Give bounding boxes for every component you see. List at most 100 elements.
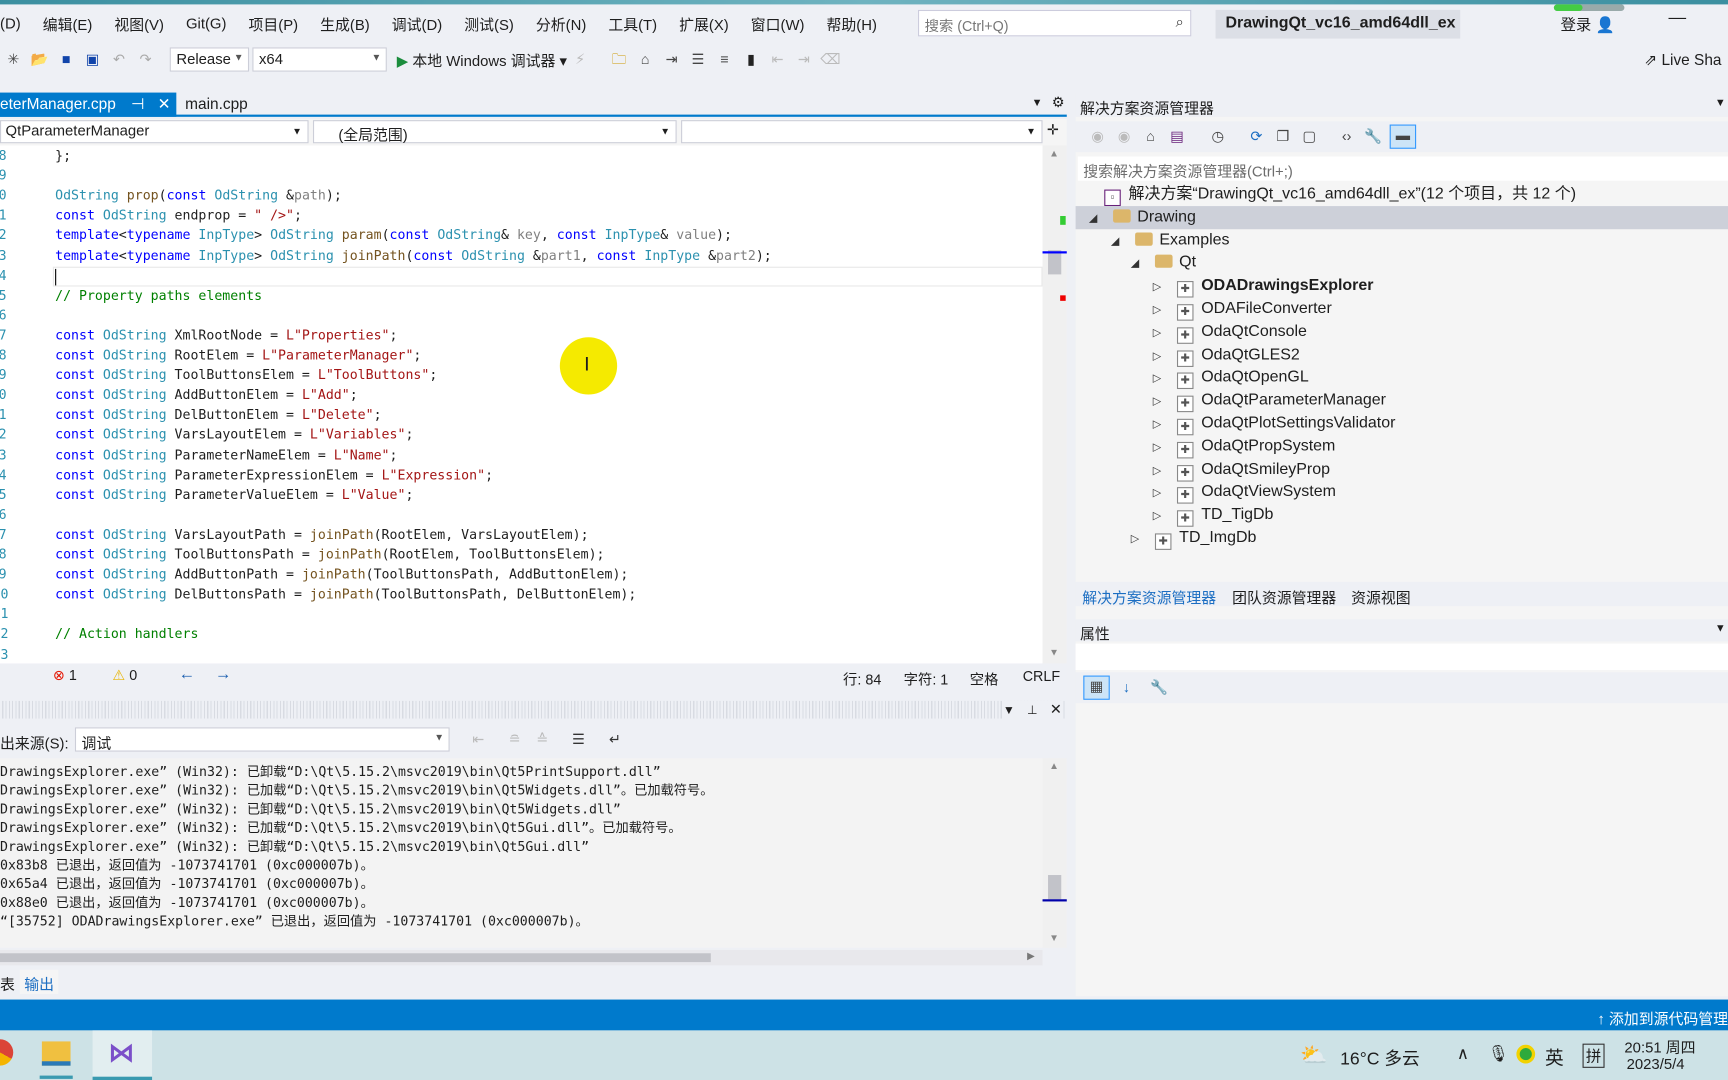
output-vertical-scrollbar[interactable]: ▲ ▼: [1042, 758, 1067, 948]
new-project-icon[interactable]: ✳: [3, 50, 23, 70]
clear-all-icon[interactable]: ☰: [569, 730, 589, 750]
word-wrap-icon[interactable]: ↵: [605, 730, 625, 750]
member-dropdown[interactable]: ▼: [681, 120, 1043, 144]
minimize-button[interactable]: —: [1668, 9, 1686, 29]
menu-item[interactable]: 调试(D): [392, 12, 442, 34]
tab-main-cpp[interactable]: main.cpp: [185, 95, 248, 113]
dropdown-icon[interactable]: ▼: [1003, 704, 1015, 717]
tree-item-project[interactable]: ▷ ✚ OdaQtSmileyProp: [1153, 458, 1330, 482]
tab-resource-view[interactable]: 资源视图: [1351, 585, 1411, 607]
next-message-icon[interactable]: ≙: [532, 730, 552, 750]
open-icon[interactable]: 📂: [30, 50, 50, 70]
ime-mode[interactable]: 拼: [1582, 1043, 1605, 1068]
redo-icon[interactable]: ↷: [136, 50, 156, 70]
tab-error-list[interactable]: 表: [0, 972, 15, 994]
home-icon[interactable]: ⌂: [1141, 127, 1161, 147]
properties-wrench-icon[interactable]: 🔧: [1363, 127, 1383, 147]
editor-vertical-scrollbar[interactable]: ▲ ▼: [1042, 145, 1067, 664]
tab-output[interactable]: 输出: [19, 969, 59, 995]
bookmark-clear-icon[interactable]: ⌫: [820, 50, 840, 70]
tab-parameter-manager-cpp[interactable]: eterManager.cpp ⊣ ✕: [0, 92, 177, 117]
comment-icon[interactable]: ≡: [715, 50, 735, 70]
tab-team-explorer[interactable]: 团队资源管理器: [1232, 585, 1336, 607]
tree-item-project[interactable]: ▷ ✚ OdaQtViewSystem: [1153, 481, 1336, 505]
bookmark-icon[interactable]: ▮: [741, 50, 761, 70]
tab-solution-explorer[interactable]: 解决方案资源管理器: [1082, 585, 1216, 607]
menu-item[interactable]: 扩展(X): [679, 12, 729, 34]
alphabetical-icon[interactable]: ↓: [1116, 678, 1136, 698]
pin-icon[interactable]: ⊥: [1027, 704, 1038, 717]
whitespace-indicator[interactable]: 空格: [970, 668, 999, 689]
bookmark-next-icon[interactable]: ⇥: [794, 50, 814, 70]
show-all-files-icon[interactable]: ▢: [1299, 127, 1319, 147]
add-to-source-control-button[interactable]: ↑ 添加到源代码管理: [1597, 1006, 1728, 1028]
undo-icon[interactable]: ↶: [109, 50, 129, 70]
menu-item[interactable]: 项目(P): [249, 12, 299, 34]
tab-list-dropdown-icon[interactable]: ▼: [1032, 97, 1043, 109]
menu-item[interactable]: (D): [0, 15, 21, 32]
categorized-icon[interactable]: ▦: [1083, 675, 1110, 700]
menu-item[interactable]: 分析(N): [536, 12, 586, 34]
switch-view-icon[interactable]: ▤: [1167, 127, 1187, 147]
tree-item-project[interactable]: ▷ ✚ OdaQtGLES2: [1153, 343, 1300, 367]
menu-item[interactable]: 帮助(H): [827, 12, 877, 34]
property-pages-icon[interactable]: 🔧: [1149, 678, 1169, 698]
split-icon[interactable]: ✛: [1047, 121, 1059, 139]
output-source-dropdown[interactable]: 调试 ▼: [74, 727, 450, 752]
menu-item[interactable]: 视图(V): [114, 12, 164, 34]
column-indicator[interactable]: 字符: 1: [904, 668, 949, 689]
tree-item-examples[interactable]: ◢ Examples: [1111, 229, 1230, 252]
prev-message-icon[interactable]: ≘: [505, 730, 525, 750]
tree-item-project[interactable]: ▷ ✚ OdaQtPlotSettingsValidator: [1153, 412, 1395, 436]
warning-count[interactable]: ⚠ 0: [112, 667, 137, 685]
solution-search-input[interactable]: 搜索解决方案资源管理器(Ctrl+;): [1077, 156, 1728, 181]
menu-item[interactable]: 窗口(W): [751, 12, 805, 34]
search-box[interactable]: 搜索 (Ctrl+Q) ⌕: [917, 9, 1192, 37]
pin-icon[interactable]: ⊣: [131, 95, 144, 113]
tree-item-project[interactable]: ▷ ✚ OdaQtPropSystem: [1153, 435, 1335, 459]
save-all-icon[interactable]: ▣: [83, 50, 103, 70]
step-icon[interactable]: ⇥: [662, 50, 682, 70]
pending-changes-icon[interactable]: ◷: [1208, 127, 1228, 147]
nav-back-icon[interactable]: ←: [179, 665, 196, 684]
file-explorer-icon[interactable]: [41, 1041, 71, 1066]
save-icon[interactable]: ■: [56, 50, 76, 70]
line-indicator[interactable]: 行: 84: [843, 668, 881, 689]
menu-item[interactable]: 编辑(E): [43, 12, 93, 34]
tree-item-project[interactable]: ▷ ✚ TD_ImgDb: [1131, 527, 1256, 550]
tree-item-project[interactable]: ▷ ✚ OdaQtOpenGL: [1153, 366, 1309, 390]
clock-date[interactable]: 2023/5/4: [1627, 1056, 1685, 1073]
clock-time[interactable]: 20:51 周四: [1624, 1035, 1695, 1057]
menu-item[interactable]: 生成(B): [320, 12, 370, 34]
microphone-icon[interactable]: 🎙: [1488, 1044, 1509, 1064]
live-share-button[interactable]: ⇗ Live Sha: [1644, 51, 1721, 70]
config-dropdown[interactable]: Release ▼: [169, 47, 250, 72]
view-code-icon[interactable]: ‹›: [1337, 127, 1357, 147]
tree-item-project[interactable]: ▷ ✚ OdaQtConsole: [1153, 320, 1307, 344]
start-debug-button[interactable]: ▶ 本地 Windows 调试器 ▾: [397, 48, 567, 70]
collapse-all-icon[interactable]: ❐: [1273, 127, 1293, 147]
line-ending-indicator[interactable]: CRLF: [1023, 668, 1060, 685]
panel-menu-icon[interactable]: ▼: [1715, 97, 1726, 109]
properties-object-selector[interactable]: [1075, 643, 1728, 671]
forward-icon[interactable]: ◉: [1114, 127, 1134, 147]
tray-expand-icon[interactable]: ∧: [1457, 1044, 1469, 1064]
security-icon[interactable]: [1516, 1044, 1536, 1064]
weather-text[interactable]: 16°C 多云: [1340, 1044, 1420, 1070]
platform-dropdown[interactable]: x64 ▼: [252, 47, 387, 72]
preview-icon[interactable]: ▬: [1389, 124, 1417, 149]
tree-item-project[interactable]: ▷ ✚ ODAFileConverter: [1153, 298, 1332, 321]
find-in-files-icon[interactable]: 🗀: [609, 50, 629, 70]
browser-icon[interactable]: ⌂: [635, 50, 655, 70]
find-message-icon[interactable]: ⇤: [468, 730, 488, 750]
nav-forward-icon[interactable]: →: [215, 665, 232, 684]
tree-item-project[interactable]: ▷ ✚ OdaQtParameterManager: [1153, 389, 1386, 413]
menu-item[interactable]: 测试(S): [464, 12, 514, 34]
chrome-icon[interactable]: [0, 1039, 14, 1066]
tree-item-drawing[interactable]: ◢ Drawing: [1075, 205, 1728, 230]
tree-item-project[interactable]: ▷ ✚ TD_TigDb: [1153, 504, 1273, 527]
indent-icon[interactable]: ☰: [688, 50, 708, 70]
tree-item-solution[interactable]: ▫ 解决方案“DrawingQt_vc16_amd64dll_ex”(12 个项目…: [1095, 183, 1576, 207]
tree-item-project[interactable]: ▷ ✚ ODADrawingsExplorer: [1153, 275, 1374, 298]
settings-gear-icon[interactable]: ⚙: [1052, 94, 1065, 112]
